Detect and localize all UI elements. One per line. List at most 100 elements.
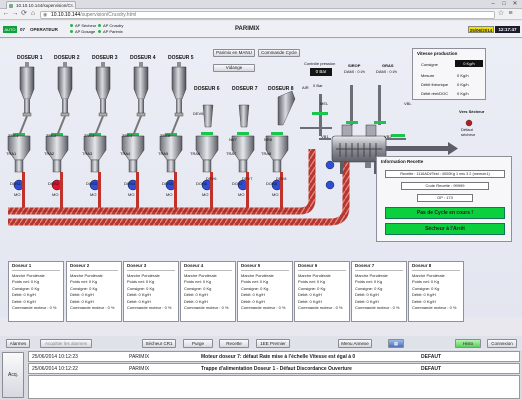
mel-label: MEL: [320, 101, 329, 106]
doser-card-7[interactable]: Doseur 7 Marche Pondérale Poids net: 0 K…: [351, 261, 407, 322]
recipe-title: Information Recette: [381, 159, 424, 164]
purge-button[interactable]: Purge: [183, 339, 213, 348]
close-tab-icon[interactable]: ×: [70, 3, 73, 9]
doser-card-6[interactable]: Doseur 6 Marche Pondérale Poids net: 0 K…: [294, 261, 350, 322]
dos-label: DOS6: [196, 181, 207, 186]
doser-card-1[interactable]: Doseur 1 Marche Pondérale Poids net: 0 K…: [8, 261, 64, 322]
alarm-message: Trappe d'alimentation Doseur 1 - Défaut …: [201, 366, 352, 372]
doser-title: DOSEUR 1: [17, 55, 43, 61]
mo-label: MO: [52, 192, 59, 197]
card-line: Commande moteur : 0 %: [184, 305, 229, 311]
bookmark-star-icon[interactable]: ☆: [497, 10, 505, 18]
menu-annexe-button[interactable]: Menu Annexe: [338, 339, 372, 348]
tab-title: 10.10.10.144/supervision/C...: [16, 3, 75, 8]
acknowledge-button[interactable]: Acq.: [2, 352, 24, 398]
card-line: Commande moteur : 0 %: [70, 305, 115, 311]
production-setpoint-value[interactable]: 0 Kg/h: [455, 60, 483, 67]
card-line: Commande moteur : 0 %: [241, 305, 286, 311]
doser-title: DOSEUR 3: [92, 55, 118, 61]
legend-dot: [98, 30, 101, 33]
hmi-header: AUTO 07 OPERATEUR AP Sécheur AP Crusdry …: [0, 21, 522, 38]
tre-label: TRE2: [46, 133, 57, 138]
vbl-label: VBL: [404, 101, 412, 106]
tre-label: TRE5: [160, 133, 171, 138]
operator-label[interactable]: OPERATEUR: [30, 27, 58, 32]
tre-label: TRE3: [84, 133, 95, 138]
tra-label: TRA3: [82, 151, 93, 156]
address-bar: ← → ⟳ ⌂ ◉ 10.10.10.144/supervision/Crusd…: [0, 9, 522, 20]
tre-label: TRE1: [8, 133, 19, 138]
maximize-icon[interactable]: □: [499, 0, 509, 8]
card-title: Doseur 6: [298, 263, 346, 271]
production-panel: Vitesse production Consigne 0 Kg/h Mesur…: [412, 48, 486, 100]
recipe-button[interactable]: Recette: [219, 339, 249, 348]
time-display: 12:17:47: [495, 26, 520, 33]
doser-card-3[interactable]: Doseur 3 Marche Pondérale Poids net: 0 K…: [123, 261, 179, 322]
history-button[interactable]: Histo: [455, 339, 481, 348]
forward-icon[interactable]: →: [11, 10, 19, 18]
sirop-label: SIROP: [348, 63, 361, 68]
dos-label: DOS3: [86, 181, 97, 186]
dos-label: DOS8: [266, 181, 277, 186]
gras-flow: DAMI : 0 l/h: [376, 69, 397, 74]
doser-card-4[interactable]: Doseur 4 Marche Pondérale Poids net: 0 K…: [180, 261, 236, 322]
pressure-control-label: Contrôle pression: [304, 61, 336, 66]
vidange-button[interactable]: Vidange: [213, 64, 255, 72]
dev-label: DEV7: [242, 176, 253, 181]
close-window-icon[interactable]: ✕: [510, 0, 520, 8]
card-line: Commande moteur : 0 %: [298, 305, 343, 311]
gras-pipe: [378, 85, 381, 125]
alarm-status: DEFAUT: [421, 366, 441, 372]
card-line: Commande moteur : 0 %: [412, 305, 457, 311]
minimize-icon[interactable]: –: [488, 0, 498, 8]
card-title: Doseur 8: [412, 263, 460, 271]
cycle-command-button[interactable]: Commande Cycle: [258, 49, 300, 57]
air-label: AIR: [302, 85, 309, 90]
recipe-op: OP : 173: [417, 194, 473, 202]
ack-alarms-button[interactable]: Acquitter les alarmes: [40, 339, 92, 348]
page-title: PARIMIX: [235, 26, 260, 32]
dev-label: DEV6: [193, 111, 204, 116]
dos-label: DOS5: [162, 181, 173, 186]
alarm-row[interactable]: 25/06/2014 10:12:23 PARIMIX Moteur doseu…: [28, 351, 520, 362]
page-info-icon[interactable]: ◉: [43, 12, 47, 18]
alarm-status: DEFAUT: [421, 354, 441, 360]
parimix-manual-button[interactable]: Parimix en MANU: [213, 49, 255, 57]
doser-title: DOSEUR 7: [232, 86, 258, 92]
dev-label: NV7: [229, 137, 237, 142]
tra-label: TRA1: [6, 151, 17, 156]
dryer-cr1-button[interactable]: Sécheur CR1: [142, 339, 176, 348]
mo-label: MO: [90, 192, 97, 197]
vb1-label: VB1: [321, 134, 329, 139]
dev-label: DEV6: [206, 176, 217, 181]
alarm-row[interactable]: 25/06/2014 10:12:22 PARIMIX Trappe d'ali…: [28, 363, 520, 374]
process-synoptic: Parimix en MANU Commande Cycle Vidange D…: [0, 39, 522, 322]
logout-button[interactable]: Connexion: [487, 339, 517, 348]
browser-menu-icon[interactable]: ≡: [506, 10, 515, 18]
doser-card-2[interactable]: Doseur 2 Marche Pondérale Poids net: 0 K…: [66, 261, 122, 322]
tra-label: TRA5: [158, 151, 169, 156]
alarm-date: 25/06/2014 10:12:22: [32, 366, 78, 372]
card-title: Doseur 2: [70, 263, 118, 271]
pressure-setpoint: 0 Bar: [313, 83, 323, 88]
silo-group-top: [19, 62, 187, 117]
production-value: 0 Kg/h: [457, 82, 469, 87]
doser-card-5[interactable]: Doseur 5 Marche Pondérale Poids net: 0 K…: [237, 261, 293, 322]
mo-label: MO: [166, 192, 173, 197]
dev-label: DEV8: [276, 176, 287, 181]
event-first-button[interactable]: 1EE Premier: [256, 339, 290, 348]
favicon-icon: [9, 3, 13, 8]
card-title: Doseur 3: [127, 263, 175, 271]
doser-title: DOSEUR 8: [268, 86, 294, 92]
browser-tab[interactable]: 10.10.10.144/supervision/C... ×: [6, 1, 76, 9]
home-icon[interactable]: ⌂: [29, 10, 37, 18]
production-value: 0 Kg/h: [457, 91, 469, 96]
doser-card-8[interactable]: Doseur 8 Marche Pondérale Poids net: 0 K…: [408, 261, 464, 322]
url-input[interactable]: ◉ 10.10.10.144/supervision/Crusdry.html: [40, 10, 495, 19]
dev-label: NR8: [264, 137, 273, 142]
back-icon[interactable]: ←: [2, 10, 10, 18]
alarms-button[interactable]: Alarmes: [6, 339, 30, 348]
mo-label: MO: [14, 192, 21, 197]
reload-icon[interactable]: ⟳: [20, 10, 28, 18]
grid-view-button[interactable]: ▦: [388, 339, 404, 348]
